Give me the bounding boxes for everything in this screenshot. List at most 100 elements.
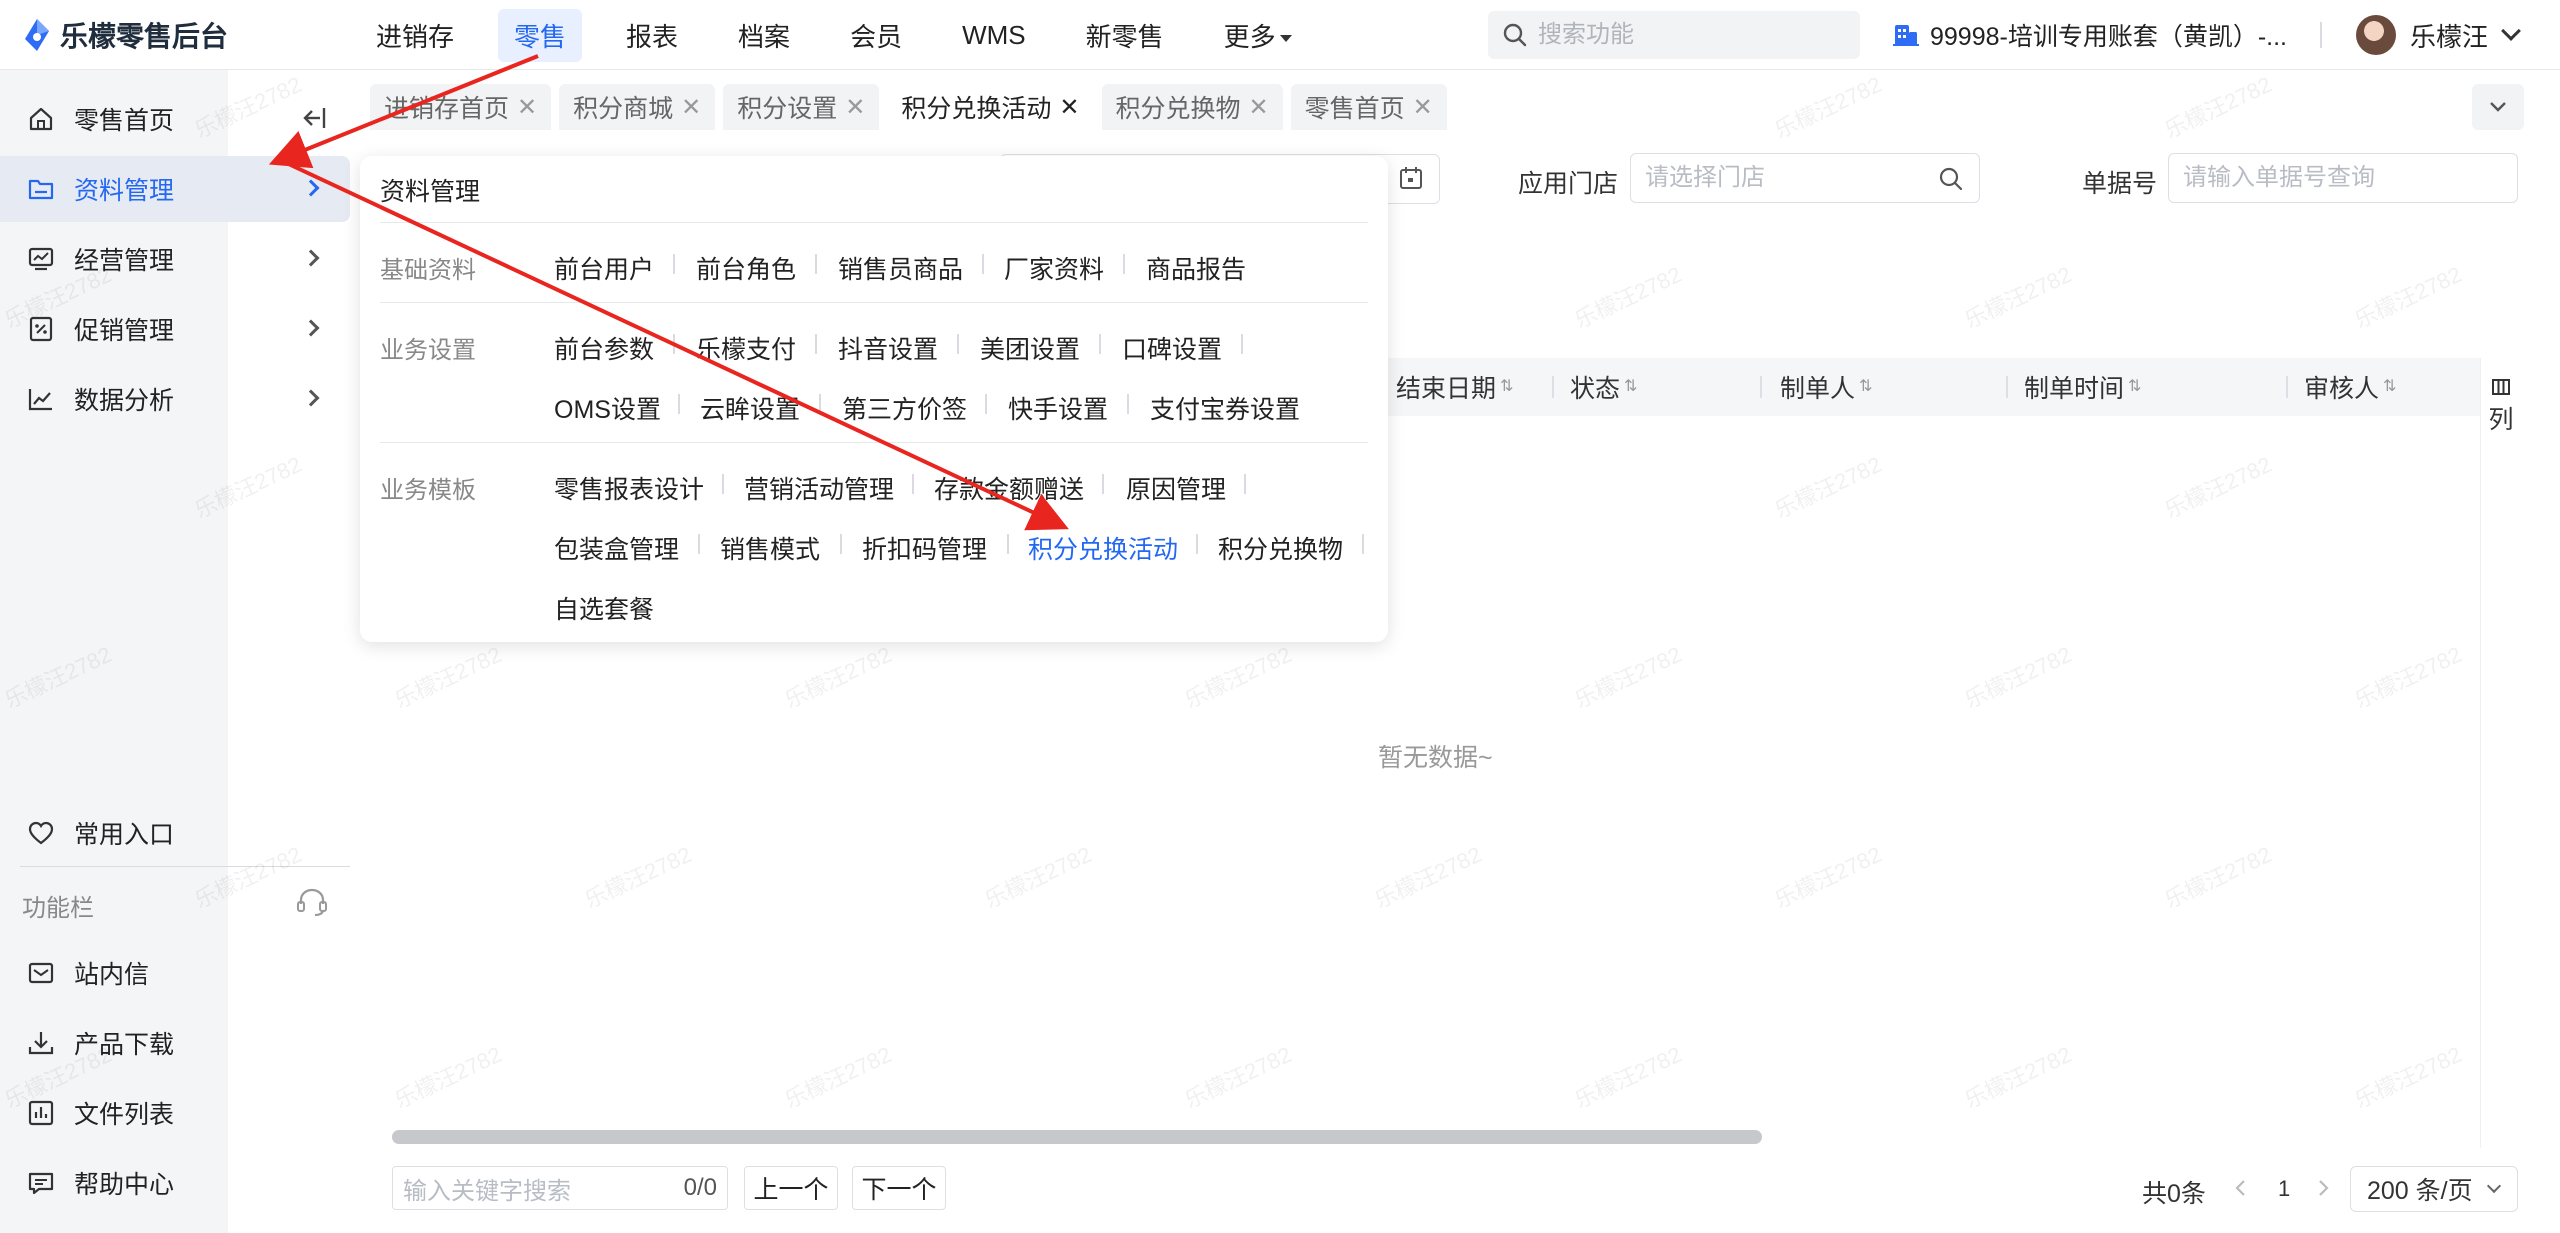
menu-item-third-party-label[interactable]: 第三方价签 (842, 390, 967, 426)
chevron-right-icon[interactable] (2316, 1178, 2330, 1198)
keyword-search[interactable]: 输入关键字搜索 0/0 (392, 1166, 728, 1210)
nav-item-inventory[interactable]: 进销存 (360, 9, 470, 62)
headset-icon[interactable] (294, 886, 330, 923)
prev-match-button[interactable]: 上一个 (744, 1166, 838, 1210)
menu-separator (698, 534, 700, 554)
nav-item-archive[interactable]: 档案 (722, 9, 806, 62)
menu-item-reason-management[interactable]: 原因管理 (1126, 470, 1226, 506)
sidebar-item-operations[interactable]: 经营管理 (0, 226, 350, 292)
tab-points-exchange-goods[interactable]: 积分兑换物 ✕ (1101, 84, 1283, 130)
column-header-status[interactable]: 状态 ⇅ (1570, 358, 1637, 416)
user-menu[interactable]: 乐檬汪 (2356, 12, 2521, 58)
close-icon[interactable]: ✕ (845, 93, 865, 122)
menu-item-salesperson-goods[interactable]: 销售员商品 (838, 250, 963, 286)
menu-item-custom-combo[interactable]: 自选套餐 (554, 590, 654, 626)
app-logo[interactable]: 乐檬零售后台 (22, 16, 228, 54)
tab-points-exchange-activity[interactable]: 积分兑换活动 ✕ (887, 84, 1094, 130)
menu-item-packaging[interactable]: 包装盒管理 (554, 530, 679, 566)
group-label-basic: 基础资料 (380, 257, 476, 284)
column-header-creator[interactable]: 制单人 ⇅ (1780, 358, 1872, 416)
sidebar-item-label: 零售首页 (74, 107, 175, 135)
menu-separator (985, 394, 987, 414)
column-header-reviewer[interactable]: 审核人 ⇅ (2304, 358, 2396, 416)
menu-item-vendor[interactable]: 厂家资料 (1004, 250, 1104, 286)
column-title: 制单时间 (2024, 375, 2125, 403)
page-size-select[interactable]: 200 条/页 (2350, 1166, 2518, 1212)
tab-retail-home[interactable]: 零售首页 ✕ (1290, 84, 1447, 130)
column-header-created-time[interactable]: 制单时间 ⇅ (2024, 358, 2141, 416)
tab-label: 积分设置 (737, 95, 838, 123)
next-match-button[interactable]: 下一个 (852, 1166, 946, 1210)
menu-item-front-user[interactable]: 前台用户 (554, 250, 654, 286)
horizontal-scrollbar[interactable] (392, 1130, 1762, 1144)
sidebar-item-messages[interactable]: 站内信 (0, 940, 228, 1006)
close-icon[interactable]: ✕ (1413, 93, 1433, 122)
menu-item-oms-settings[interactable]: OMS设置 (554, 390, 661, 426)
menu-item-meituan-settings[interactable]: 美团设置 (980, 330, 1080, 366)
collapse-sidebar-icon[interactable] (300, 104, 328, 132)
close-icon[interactable]: ✕ (1059, 93, 1079, 122)
close-icon[interactable]: ✕ (517, 93, 537, 122)
calendar-icon[interactable] (1398, 165, 1424, 191)
sidebar-item-download[interactable]: 产品下载 (0, 1010, 228, 1076)
tab-inventory-home[interactable]: 进销存首页 ✕ (370, 84, 552, 130)
nav-item-member[interactable]: 会员 (834, 9, 918, 62)
close-icon[interactable]: ✕ (1249, 93, 1269, 122)
chevron-right-icon (302, 179, 320, 197)
column-settings-button[interactable]: 列 (2486, 372, 2516, 442)
menu-item-kuaishou-settings[interactable]: 快手设置 (1008, 390, 1108, 426)
menu-item-sales-mode[interactable]: 销售模式 (720, 530, 820, 566)
tabs-dropdown-button[interactable] (2472, 84, 2524, 130)
nav-item-wms[interactable]: WMS (946, 12, 1042, 59)
menu-item-koubei-settings[interactable]: 口碑设置 (1122, 330, 1222, 366)
menu-item-deposit-bonus[interactable]: 存款金额赠送 (934, 470, 1084, 506)
doc-number-label: 单据号 (2082, 170, 2158, 198)
menu-item-front-role[interactable]: 前台角色 (696, 250, 796, 286)
menu-item-front-params[interactable]: 前台参数 (554, 330, 654, 366)
sidebar-item-help[interactable]: 帮助中心 (0, 1150, 228, 1216)
function-search[interactable] (1488, 11, 1860, 59)
sidebar-item-data-analysis[interactable]: 数据分析 (0, 366, 350, 432)
nav-item-more[interactable]: 更多 (1208, 9, 1308, 62)
menu-item-discount-code[interactable]: 折扣码管理 (862, 530, 987, 566)
menu-item-goods-report[interactable]: 商品报告 (1146, 250, 1246, 286)
store-select-input[interactable] (1630, 153, 1980, 203)
nav-item-new-retail[interactable]: 新零售 (1070, 9, 1180, 62)
tab-points-settings[interactable]: 积分设置 ✕ (723, 84, 880, 130)
nav-item-retail[interactable]: 零售 (498, 8, 583, 62)
close-icon[interactable]: ✕ (681, 93, 701, 122)
flyout-divider (380, 442, 1368, 443)
search-icon[interactable] (1938, 166, 1964, 192)
help-chat-icon (26, 1168, 56, 1198)
search-input[interactable] (1538, 21, 1838, 49)
chevron-right-icon (302, 389, 320, 407)
sidebar-divider (20, 866, 350, 867)
doc-number-input[interactable] (2168, 153, 2518, 203)
menu-item-lemeng-pay[interactable]: 乐檬支付 (696, 330, 796, 366)
column-header-end-date[interactable]: 结束日期 ⇅ (1396, 358, 1513, 416)
sidebar-item-label: 产品下载 (74, 1031, 175, 1059)
chevron-left-icon[interactable] (2234, 1178, 2248, 1198)
tab-points-mall[interactable]: 积分商城 ✕ (559, 84, 716, 130)
column-title: 制单人 (1780, 375, 1856, 403)
current-page[interactable]: 1 (2278, 1176, 2290, 1202)
sidebar-item-favorites[interactable]: 常用入口 (0, 800, 228, 866)
account-switcher[interactable]: 99998-培训专用账套（黄凯）-... (1892, 14, 2287, 56)
menu-item-yunmou-settings[interactable]: 云眸设置 (700, 390, 800, 426)
nav-item-reports[interactable]: 报表 (610, 9, 694, 62)
page-tabs: 进销存首页 ✕ 积分商城 ✕ 积分设置 ✕ 积分兑换活动 ✕ 积分兑换物 ✕ 零售首页 ✕ (370, 84, 1455, 130)
sidebar-item-data-management[interactable]: 资料管理 (0, 156, 350, 222)
sidebar-item-file-list[interactable]: 文件列表 (0, 1080, 228, 1146)
menu-item-marketing-activity[interactable]: 营销活动管理 (744, 470, 894, 506)
menu-item-douyin-settings[interactable]: 抖音设置 (838, 330, 938, 366)
flyout-divider (380, 222, 1368, 223)
sidebar-item-retail-home[interactable]: 零售首页 (0, 86, 228, 152)
chevron-down-icon (2486, 1178, 2502, 1194)
menu-item-alipay-coupon-settings[interactable]: 支付宝券设置 (1150, 390, 1300, 426)
menu-separator (1099, 334, 1101, 354)
menu-item-points-exchange-goods[interactable]: 积分兑换物 (1218, 530, 1343, 566)
menu-item-points-exchange-activity[interactable]: 积分兑换活动 (1028, 530, 1178, 566)
function-bar-label: 功能栏 (22, 895, 94, 922)
menu-item-retail-report-design[interactable]: 零售报表设计 (554, 470, 704, 506)
sidebar-item-promotion[interactable]: 促销管理 (0, 296, 350, 362)
